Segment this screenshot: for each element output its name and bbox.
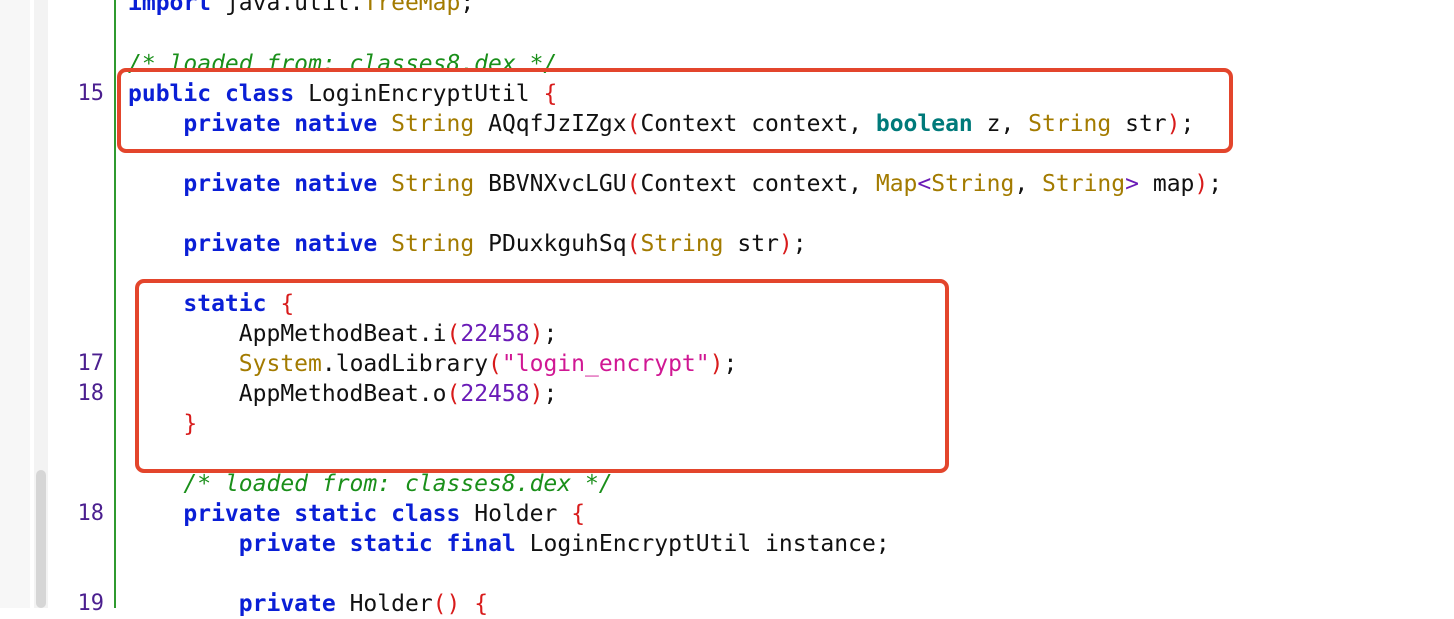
paren: ) — [778, 231, 793, 257]
field-declaration: LoginEncryptUtil instance; — [529, 531, 890, 557]
code-editor: 15 17 18 18 19 import java.util.TreeMap;… — [0, 0, 1454, 617]
code-line-import: import java.util.TreeMap; — [128, 0, 474, 18]
param-type: String — [1042, 171, 1126, 197]
line-number: 17 — [77, 351, 105, 376]
code-line-method-bbvnxvclgu: private native String BBVNXvcLGU(Context… — [128, 169, 1222, 199]
method-name: BBVNXvcLGU — [488, 171, 627, 197]
keyword: private — [238, 591, 336, 617]
param: map — [1139, 171, 1195, 197]
keyword: private — [238, 531, 336, 557]
paren: ( — [626, 231, 641, 257]
editor-left-strip — [0, 0, 30, 608]
keyword: private — [183, 501, 281, 527]
keyword: private — [183, 231, 281, 257]
comma: , — [1014, 171, 1043, 197]
keyword: native — [294, 231, 378, 257]
return-type: String — [391, 231, 475, 257]
method-name: Holder — [349, 591, 433, 617]
code-line-holder-class: private static class Holder { — [128, 499, 585, 529]
param-type: String — [931, 171, 1015, 197]
code-comment: /* loaded from: classes8.dex */ — [183, 471, 613, 497]
code-comment-line: /* loaded from: classes8.dex */ — [128, 469, 613, 499]
paren: ) — [1194, 171, 1209, 197]
keyword: final — [446, 531, 516, 557]
keyword: static — [294, 501, 378, 527]
param: Context context, — [640, 171, 876, 197]
keyword: private — [183, 171, 281, 197]
line-number: 18 — [77, 381, 105, 406]
highlight-box-class-declaration — [117, 68, 1233, 153]
param-type: String — [640, 231, 724, 257]
keyword: class — [391, 501, 461, 527]
open-brace: { — [474, 591, 489, 617]
class-name: TreeMap — [363, 0, 461, 16]
code-line-method-pduxkguhsq: private native String PDuxkguhSq(String … — [128, 229, 807, 259]
line-number: 15 — [77, 81, 105, 106]
keyword: static — [349, 531, 433, 557]
paren: ( — [626, 171, 641, 197]
param-type: Map — [875, 171, 918, 197]
keyword: import — [128, 0, 212, 16]
angle-bracket: > — [1125, 171, 1139, 197]
semicolon: ; — [460, 0, 475, 16]
line-number: 18 — [77, 501, 105, 526]
highlight-box-static-block — [135, 279, 949, 473]
open-brace: { — [571, 501, 586, 527]
line-number: 19 — [77, 591, 105, 616]
code-line-holder-constructor: private Holder() { — [128, 589, 488, 619]
semicolon: ; — [792, 231, 807, 257]
keyword: native — [294, 171, 378, 197]
class-name: Holder — [474, 501, 558, 527]
paren: () — [432, 591, 461, 617]
code-line-instance-field: private static final LoginEncryptUtil in… — [128, 529, 890, 559]
return-type: String — [391, 171, 475, 197]
method-name: PDuxkguhSq — [488, 231, 627, 257]
package-name: java.util. — [211, 0, 364, 16]
angle-bracket: < — [917, 171, 932, 197]
semicolon: ; — [1208, 171, 1223, 197]
gutter-divider — [114, 0, 116, 608]
vertical-scrollbar-thumb[interactable] — [36, 470, 46, 608]
param: str — [723, 231, 779, 257]
